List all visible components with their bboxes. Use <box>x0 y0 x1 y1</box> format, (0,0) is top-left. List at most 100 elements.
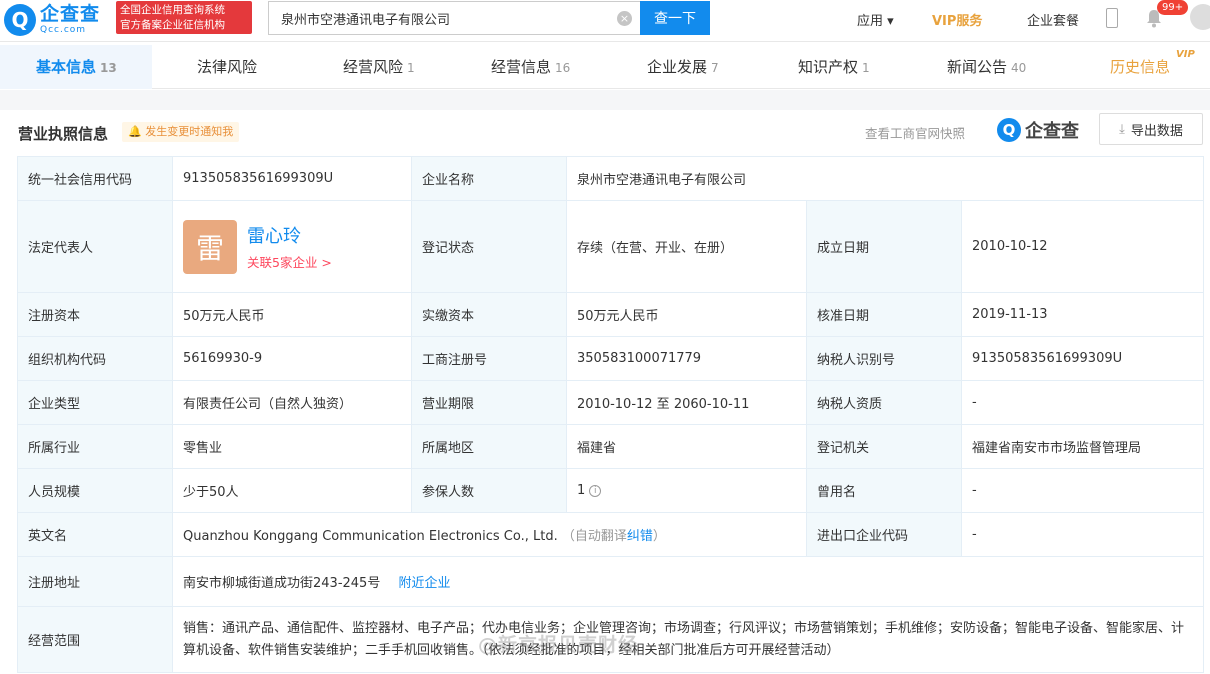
label-tax-qualification: 纳税人资质 <box>806 380 962 425</box>
value-approve-date: 2019-11-13 <box>960 292 1205 337</box>
nav-app-label: 应用 <box>857 14 884 29</box>
value-business-term: 2010-10-12 至 2060-10-11 <box>566 380 807 425</box>
label-insured-count: 参保人数 <box>411 468 567 513</box>
value-reg-capital: 50万元人民币 <box>172 292 412 337</box>
label-import-export-code: 进出口企业代码 <box>806 512 962 557</box>
label-business-term: 营业期限 <box>411 380 567 425</box>
official-snapshot-link[interactable]: 查看工商官网快照 <box>865 123 965 142</box>
value-company-name: 泉州市空港通讯电子有限公司 <box>565 156 1205 201</box>
section-spacer <box>0 90 1210 110</box>
label-found-date: 成立日期 <box>806 200 962 293</box>
section-title: 营业执照信息 <box>18 125 109 143</box>
value-insured-count: 1i <box>566 468 807 513</box>
nav-app[interactable]: 应用 ▾ <box>857 10 894 29</box>
auto-translate-close: ） <box>652 529 666 544</box>
tab-business-info[interactable]: 经营信息 16 <box>491 45 570 89</box>
value-former-name: - <box>960 468 1205 513</box>
notify-change-button[interactable]: 🔔 发生变更时通知我 <box>122 122 240 142</box>
value-org-code: 56169930-9 <box>172 336 412 381</box>
address-text: 南安市柳城街道成功街243-245号 <box>183 576 381 591</box>
bell-small-icon: 🔔 <box>128 125 142 138</box>
tab-legal-risk[interactable]: 法律风险 <box>197 45 257 89</box>
label-company-name: 企业名称 <box>411 156 567 201</box>
value-business-scope: 销售：通讯产品、通信配件、监控器材、电子产品；代办电信业务；企业管理咨询；市场调… <box>171 606 1205 673</box>
export-data-button[interactable]: ⤓ 导出数据 <box>1099 113 1203 145</box>
qcc-brand-mark-icon: Q <box>997 118 1021 142</box>
vip-tag: VIP <box>1176 49 1195 60</box>
qcc-logo-mark-icon: Q <box>4 4 36 36</box>
download-icon: ⤓ <box>1119 121 1125 137</box>
phone-icon[interactable] <box>1106 8 1118 28</box>
value-region: 福建省 <box>566 424 807 469</box>
label-approve-date: 核准日期 <box>806 292 962 337</box>
label-company-type: 企业类型 <box>17 380 173 425</box>
info-icon[interactable]: i <box>589 484 602 497</box>
label-org-code: 组织机构代码 <box>17 336 173 381</box>
search-button[interactable]: 查一下 <box>640 1 710 35</box>
slogan-line1: 全国企业信用查询系统 <box>120 4 225 16</box>
nearby-companies-link[interactable]: 附近企业 <box>398 576 450 591</box>
tab-news[interactable]: 新闻公告 40 <box>947 45 1026 89</box>
label-staff-size: 人员规模 <box>17 468 173 513</box>
slogan-line2: 官方备案企业征信机构 <box>120 19 225 31</box>
user-avatar[interactable] <box>1190 4 1210 30</box>
auto-translate-note: （自动翻译 <box>561 529 627 544</box>
value-industry: 零售业 <box>172 424 412 469</box>
logo-text-cn: 企查查 <box>40 3 101 25</box>
label-region: 所属地区 <box>411 424 567 469</box>
legal-rep-name-link[interactable]: 雷心玲 <box>247 222 332 248</box>
insured-count: 1 <box>577 483 586 498</box>
caret-down-icon: ▾ <box>887 14 894 29</box>
value-tax-qualification: - <box>960 380 1205 425</box>
search-value: 泉州市空港通讯电子有限公司 <box>281 12 451 28</box>
value-company-type: 有限责任公司（自然人独资） <box>172 380 412 425</box>
label-reg-capital: 注册资本 <box>17 292 173 337</box>
nav-enterprise-package[interactable]: 企业套餐 <box>1027 10 1079 29</box>
business-license-table: 统一社会信用代码 91350583561699309U 企业名称 泉州市空港通讯… <box>17 156 1205 673</box>
label-reg-address: 注册地址 <box>17 556 173 607</box>
english-name-text: Quanzhou Konggang Communication Electron… <box>183 529 558 544</box>
export-label: 导出数据 <box>1130 123 1183 139</box>
tab-ip[interactable]: 知识产权 1 <box>798 45 870 89</box>
value-english-name: Quanzhou Konggang Communication Electron… <box>172 512 807 557</box>
label-tax-id: 纳税人识别号 <box>806 336 962 381</box>
tab-basic-info[interactable]: 基本信息 13 <box>0 45 152 89</box>
value-reg-address: 南安市柳城街道成功街243-245号 附近企业 <box>171 556 1205 607</box>
tab-bar: 基本信息 13 法律风险 经营风险 1 经营信息 16 企业发展 7 知识产权 1 新闻公… <box>0 45 1210 89</box>
label-legal-rep: 法定代表人 <box>17 200 173 293</box>
value-found-date: 2010-10-12 <box>960 200 1205 293</box>
label-industry: 所属行业 <box>17 424 173 469</box>
nav-vip-service[interactable]: VIP服务 <box>932 10 982 29</box>
tab-business-risk[interactable]: 经营风险 1 <box>343 45 415 89</box>
logo-text-en: Qcc.com <box>40 25 87 35</box>
correct-link[interactable]: 纠错 <box>627 529 653 544</box>
value-reg-status: 存续（在营、开业、在册） <box>566 200 807 293</box>
clear-icon[interactable]: × <box>617 11 632 26</box>
label-credit-code: 统一社会信用代码 <box>17 156 173 201</box>
value-staff-size: 少于50人 <box>172 468 412 513</box>
label-paid-capital: 实缴资本 <box>411 292 567 337</box>
value-credit-code: 91350583561699309U <box>172 156 412 201</box>
value-legal-rep: 雷 雷心玲 关联5家企业 > <box>172 200 412 293</box>
related-companies-link[interactable]: 关联5家企业 > <box>247 252 332 271</box>
slogan-badge: 全国企业信用查询系统 官方备案企业征信机构 <box>116 1 252 34</box>
label-english-name: 英文名 <box>17 512 173 557</box>
label-reg-authority: 登记机关 <box>806 424 962 469</box>
qcc-brand-logo: Q 企查查 <box>997 117 1079 143</box>
legal-rep-avatar[interactable]: 雷 <box>183 219 237 274</box>
value-import-export-code: - <box>960 512 1205 557</box>
notification-badge: 99+ <box>1157 0 1189 15</box>
tab-development[interactable]: 企业发展 7 <box>647 45 719 89</box>
notify-label: 发生变更时通知我 <box>145 125 234 138</box>
label-reg-number: 工商注册号 <box>411 336 567 381</box>
qcc-brand-text: 企查查 <box>1025 121 1079 142</box>
tab-history[interactable]: 历史信息 <box>1110 45 1170 89</box>
value-tax-id: 91350583561699309U <box>960 336 1205 381</box>
label-former-name: 曾用名 <box>806 468 962 513</box>
value-reg-number: 350583100071779 <box>566 336 807 381</box>
qcc-logo[interactable]: Q 企查查 Qcc.com <box>0 0 112 40</box>
search-input[interactable]: 泉州市空港通讯电子有限公司 × <box>268 1 640 35</box>
value-paid-capital: 50万元人民币 <box>566 292 807 337</box>
value-reg-authority: 福建省南安市市场监督管理局 <box>960 424 1205 469</box>
label-business-scope: 经营范围 <box>17 606 173 673</box>
